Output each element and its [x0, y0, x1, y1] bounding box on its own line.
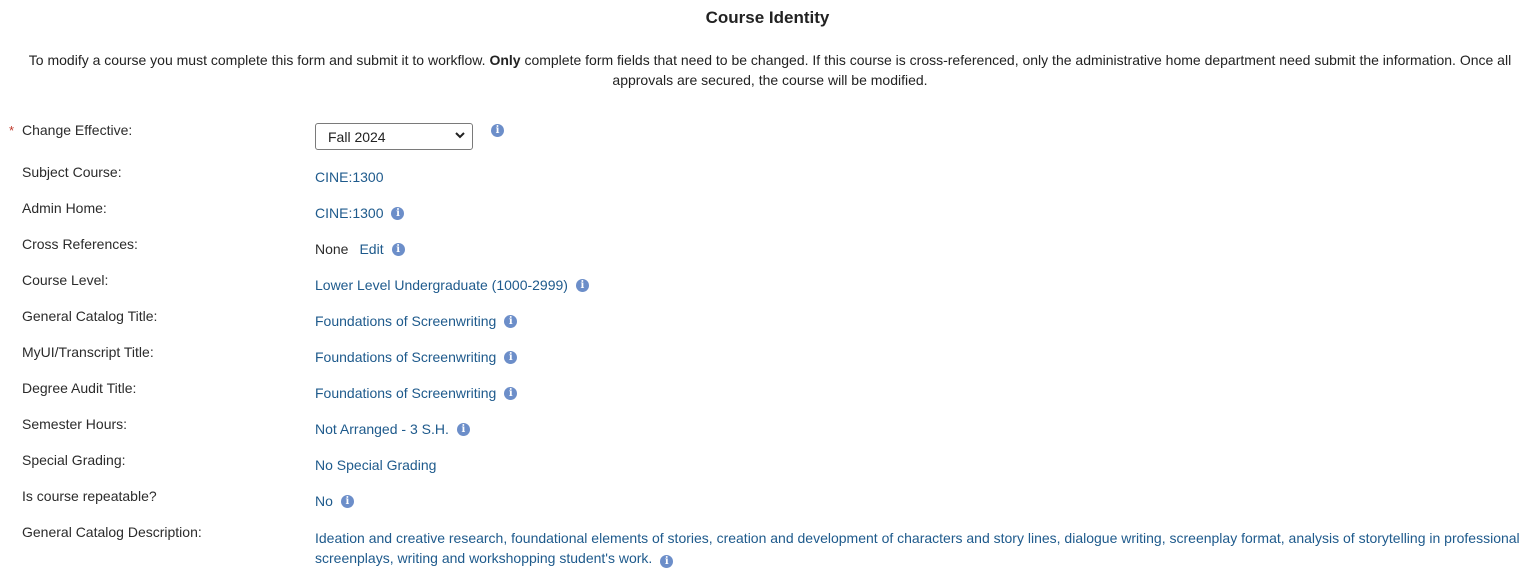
- myui-transcript-title-value: Foundations of Screenwriting: [315, 349, 497, 365]
- myui-transcript-title-info-icon[interactable]: i: [504, 350, 518, 364]
- semester-hours-info-icon[interactable]: i: [456, 422, 470, 436]
- admin-home-info-icon[interactable]: i: [391, 206, 405, 220]
- course-level-info-icon[interactable]: i: [575, 278, 589, 292]
- myui-transcript-title-label: MyUI/Transcript Title:: [22, 344, 154, 360]
- degree-audit-title-value: Foundations of Screenwriting: [315, 385, 497, 401]
- admin-home-value: CINE:1300: [315, 205, 384, 221]
- subject-course-label: Subject Course:: [22, 164, 122, 180]
- change-effective-select[interactable]: Fall 2024: [315, 123, 473, 150]
- degree-audit-title-value-row: Foundations of Screenwriting i: [315, 385, 518, 401]
- general-catalog-title-label: General Catalog Title:: [22, 308, 158, 324]
- repeatable-value: No: [315, 493, 333, 509]
- change-effective-label: Change Effective:: [22, 122, 133, 138]
- cross-references-info-icon[interactable]: i: [391, 242, 405, 256]
- course-level-label: Course Level:: [22, 272, 109, 288]
- general-catalog-title-value: Foundations of Screenwriting: [315, 313, 497, 329]
- myui-transcript-title-value-row: Foundations of Screenwriting i: [315, 349, 518, 365]
- cross-references-value: None: [315, 241, 349, 257]
- cross-references-label: Cross References:: [22, 236, 138, 252]
- general-catalog-description-label: General Catalog Description:: [22, 524, 202, 540]
- change-effective-selected-value: Fall 2024: [328, 129, 386, 145]
- general-catalog-title-value-row: Foundations of Screenwriting i: [315, 313, 518, 329]
- chevron-down-icon: [455, 132, 465, 139]
- cross-references-edit-link[interactable]: Edit: [359, 241, 383, 257]
- intro-text-post: complete form fields that need to be cha…: [520, 52, 1512, 88]
- repeatable-label: Is course repeatable?: [22, 488, 157, 504]
- special-grading-value-row: No Special Grading: [315, 457, 436, 473]
- intro-text-bold: Only: [489, 52, 521, 68]
- required-indicator: *: [9, 123, 15, 138]
- repeatable-info-icon[interactable]: i: [340, 494, 354, 508]
- cross-references-value-row: None Edit i: [315, 241, 405, 257]
- general-catalog-description-info-icon[interactable]: i: [660, 555, 674, 568]
- repeatable-value-row: No i: [315, 493, 354, 509]
- subject-course-value: CINE:1300: [315, 169, 384, 185]
- change-effective-info-icon[interactable]: i: [491, 124, 504, 137]
- course-level-value: Lower Level Undergraduate (1000-2999): [315, 277, 568, 293]
- semester-hours-value: Not Arranged - 3 S.H.: [315, 421, 449, 437]
- degree-audit-title-label: Degree Audit Title:: [22, 380, 137, 396]
- semester-hours-value-row: Not Arranged - 3 S.H. i: [315, 421, 470, 437]
- degree-audit-title-info-icon[interactable]: i: [504, 386, 518, 400]
- special-grading-value: No Special Grading: [315, 457, 437, 473]
- intro-text-pre: To modify a course you must complete thi…: [28, 52, 490, 68]
- intro-text: To modify a course you must complete thi…: [20, 50, 1520, 90]
- subject-course-value-row: CINE:1300: [315, 169, 383, 185]
- admin-home-value-row: CINE:1300 i: [315, 205, 405, 221]
- general-catalog-description-value-row: Ideation and creative research, foundati…: [315, 528, 1530, 568]
- admin-home-label: Admin Home:: [22, 200, 107, 216]
- page-title: Course Identity: [705, 8, 830, 27]
- course-level-value-row: Lower Level Undergraduate (1000-2999) i: [315, 277, 589, 293]
- semester-hours-label: Semester Hours:: [22, 416, 128, 432]
- general-catalog-title-info-icon[interactable]: i: [504, 314, 518, 328]
- special-grading-label: Special Grading:: [22, 452, 126, 468]
- general-catalog-description-value: Ideation and creative research, foundati…: [315, 530, 1520, 566]
